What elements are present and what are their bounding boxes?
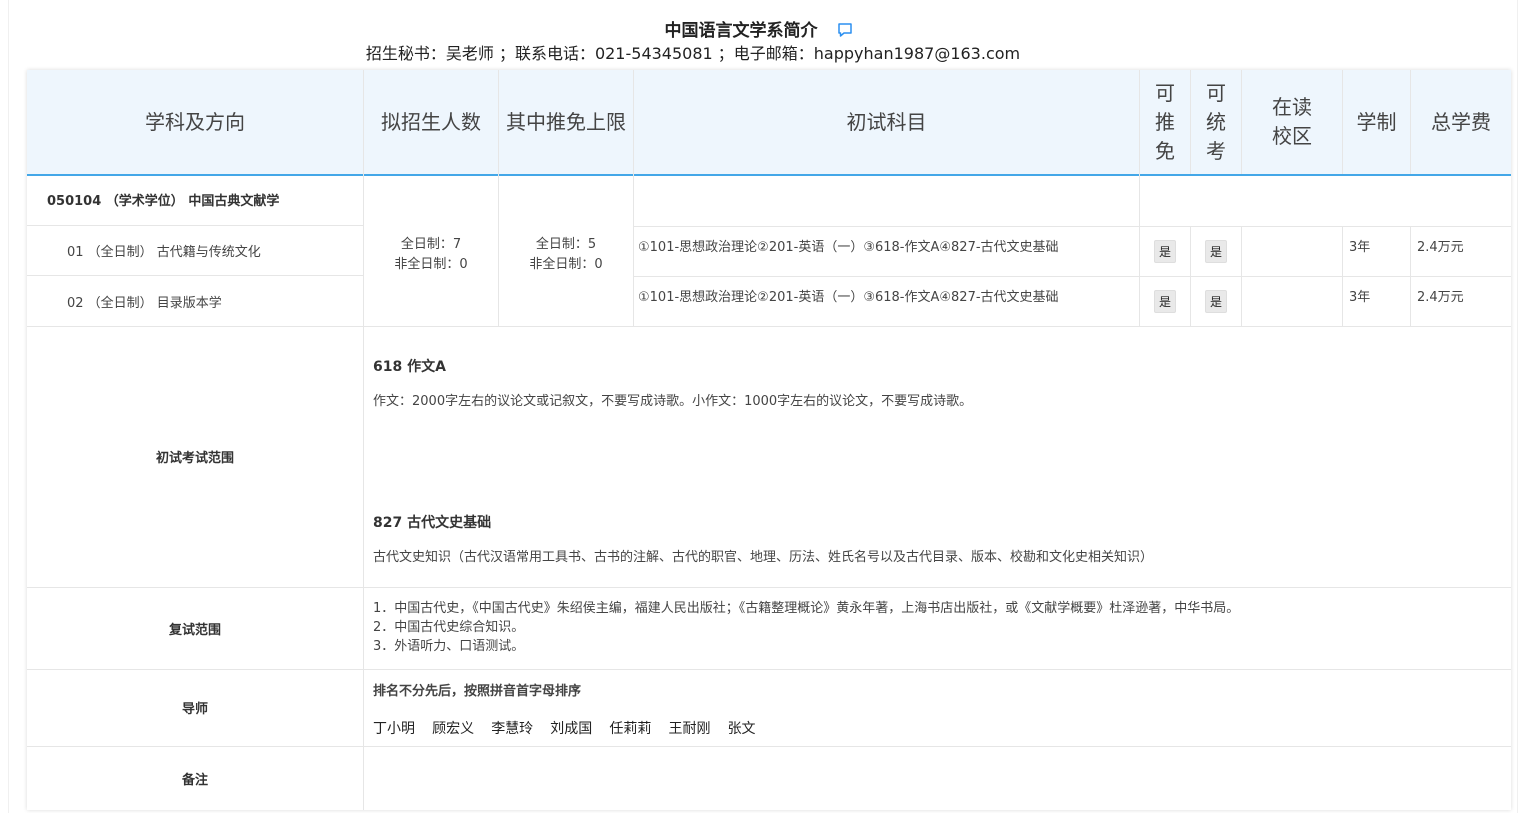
retest-item: 1．中国古代史，《中国古代史》朱绍侯主编，福建人民出版社；《古籍整理概论》黄永年…: [373, 601, 1240, 616]
campus-value: [1242, 276, 1343, 326]
table-row: ①101-思想政治理论②201-英语（一）③618-作文A④827-古代文史基础…: [634, 226, 1511, 277]
planned-part: 非全日制：0: [394, 257, 468, 272]
advisor-name: 张文: [727, 721, 756, 737]
advisor-list: 丁小明 顾宏义 李慧玲 刘成国 任莉莉 王耐刚 张文: [373, 718, 768, 738]
col-can-exempt: 可推免: [1140, 70, 1191, 174]
col-can-unified: 可统考: [1191, 70, 1242, 174]
contact-info: 招生秘书：吴老师 ；联系电话：021-54345081 ；电子邮箱：happyh…: [365, 44, 1021, 63]
can-unified-badge: 是: [1204, 239, 1227, 263]
table-row: ①101-思想政治理论②201-英语（一）③618-作文A④827-古代文史基础…: [634, 276, 1511, 326]
advisor-name: 丁小明: [373, 721, 415, 737]
advisors-note: 排名不分先后，按照拼音首字母排序: [373, 684, 582, 699]
advisors-row: 导师 排名不分先后，按照拼音首字母排序 丁小明 顾宏义 李慧玲 刘成国 任莉莉 …: [27, 669, 1511, 747]
program-block: 050104 （学术学位） 中国古典文献学 01 （全日制） 古代籍与传统文化 …: [27, 174, 1511, 327]
program-table: 学科及方向 拟招生人数 其中推免上限 初试科目 可推免 可统考 在读校区 学制 …: [27, 70, 1511, 810]
exam-section-title: 618 作文A: [373, 359, 446, 375]
planned-count: 全日制：7 非全日制：0: [364, 174, 499, 326]
col-duration: 学制: [1343, 70, 1411, 174]
can-unified-badge: 是: [1204, 289, 1227, 313]
program-code-title: 050104 （学术学位） 中国古典文献学: [27, 174, 363, 226]
exam-subjects: ①101-思想政治理论②201-英语（一）③618-作文A④827-古代文史基础: [634, 276, 1140, 326]
retest-content: 1．中国古代史，《中国古代史》朱绍侯主编，福建人民出版社；《古籍整理概论》黄永年…: [364, 587, 1511, 669]
tuition-value: 2.4万元: [1417, 240, 1464, 255]
retest-label: 复试范围: [27, 587, 364, 669]
page-title: 中国语言文学系简介: [664, 21, 818, 41]
can-exempt-cell: 是: [1140, 226, 1191, 276]
exam-section-text: 作文：2000字左右的议论文或记叙文，不要写成诗歌。小作文：1000字左右的议论…: [373, 394, 973, 409]
page-title-line: 中国语言文学系简介: [0, 16, 1518, 41]
advisors-label: 导师: [27, 669, 364, 746]
advisor-name: 李慧玲: [491, 721, 534, 737]
col-planned: 拟招生人数: [364, 70, 499, 174]
direction-name: 01 （全日制） 古代籍与传统文化: [27, 226, 363, 276]
planned-full: 全日制：7: [400, 237, 462, 252]
remarks-content: [364, 746, 1511, 810]
advisors-content: 排名不分先后，按照拼音首字母排序 丁小明 顾宏义 李慧玲 刘成国 任莉莉 王耐刚…: [364, 669, 1511, 746]
can-unified-cell: 是: [1191, 226, 1242, 276]
exam-scope-content: 618 作文A 作文：2000字左右的议论文或记叙文，不要写成诗歌。小作文：10…: [364, 326, 1511, 587]
can-exempt-badge: 是: [1153, 289, 1176, 313]
col-tuition: 总学费: [1431, 109, 1491, 134]
program-subject-cell: 050104 （学术学位） 中国古典文献学 01 （全日制） 古代籍与传统文化 …: [27, 174, 364, 326]
exam-section-text: 古代文史知识（古代汉语常用工具书、古书的注解、古代的职官、地理、历法、姓氏名号以…: [373, 550, 1154, 565]
retest-item: 2．中国古代史综合知识。: [373, 620, 525, 635]
program-title-row-right: [634, 174, 1511, 227]
col-exempt-limit: 其中推免上限: [499, 70, 634, 174]
exam-section-title: 827 古代文史基础: [373, 515, 492, 531]
tuition-value: 2.4万元: [1417, 290, 1464, 305]
retest-row: 复试范围 1．中国古代史，《中国古代史》朱绍侯主编，福建人民出版社；《古籍整理概…: [27, 587, 1511, 670]
retest-item: 3．外语听力、口语测试。: [373, 639, 525, 654]
duration-value: 3年: [1343, 226, 1411, 276]
exempt-part: 非全日制：0: [529, 257, 603, 272]
col-subject: 学科及方向: [27, 70, 364, 174]
exam-scope-row: 初试考试范围 618 作文A 作文：2000字左右的议论文或记叙文，不要写成诗歌…: [27, 326, 1511, 588]
advisor-name: 顾宏义: [432, 721, 475, 737]
col-campus: 在读校区: [1242, 70, 1343, 174]
can-exempt-badge: 是: [1153, 239, 1176, 263]
can-unified-cell: 是: [1191, 276, 1242, 326]
advisor-name: 任莉莉: [609, 721, 652, 737]
col-exam-subjects: 初试科目: [634, 70, 1140, 174]
exam-subjects: ①101-思想政治理论②201-英语（一）③618-作文A④827-古代文史基础: [634, 226, 1140, 276]
table-header: 学科及方向 拟招生人数 其中推免上限 初试科目 可推免 可统考 在读校区 学制 …: [27, 70, 1511, 176]
exempt-full: 全日制：5: [535, 237, 597, 252]
remarks-label: 备注: [27, 746, 364, 810]
direction-name: 02 （全日制） 目录版本学: [67, 295, 222, 311]
can-exempt-cell: 是: [1140, 276, 1191, 326]
comment-icon[interactable]: [837, 22, 853, 38]
duration-value: 3年: [1343, 276, 1411, 326]
advisor-name: 刘成国: [550, 721, 593, 737]
advisor-name: 王耐刚: [668, 721, 711, 737]
exempt-limit: 全日制：5 非全日制：0: [499, 174, 634, 326]
remarks-row: 备注: [27, 746, 1511, 810]
campus-value: [1242, 226, 1343, 276]
exam-scope-label: 初试考试范围: [27, 326, 364, 587]
